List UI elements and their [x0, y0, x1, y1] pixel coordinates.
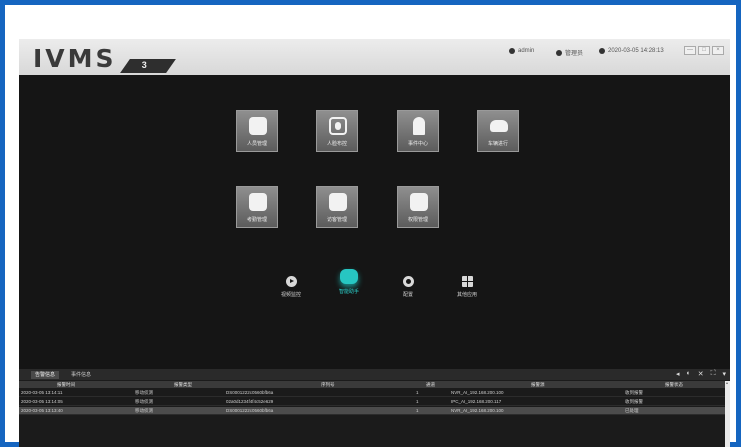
title-bar: IVMS 3 admin 管理员 2020-03-05 14:28:13 — □…: [19, 39, 730, 75]
shield-icon: [556, 49, 562, 56]
role-info[interactable]: 管理员: [556, 48, 583, 57]
table-header: 报警时间 报警类型 序列号 通道 报警源 报警状态: [19, 381, 730, 388]
alarm-panel: 告警信息 事件信息 ◂ ◐ ✕ ⛶ ▾ 报警时间 报警类型 序列号 通道 报警源…: [19, 369, 730, 447]
panel-tabbar: 告警信息 事件信息 ◂ ◐ ✕ ⛶ ▾: [19, 369, 730, 380]
robot-icon: [340, 269, 358, 284]
building-icon: [329, 193, 347, 211]
collapse-icon[interactable]: ◂: [676, 370, 680, 378]
play-icon: [285, 276, 297, 287]
app-logo: IVMS: [33, 44, 117, 73]
id-card-icon: [410, 193, 428, 211]
table-row[interactable]: 2020-03-05 13:13:40 移动侦测 DS0001222c0560b…: [19, 407, 725, 415]
sound-icon[interactable]: ◐: [686, 370, 690, 378]
apps-grid-icon: [461, 276, 473, 287]
gear-icon: [402, 276, 414, 287]
username: admin: [518, 48, 535, 54]
maximize-button[interactable]: □: [698, 46, 710, 55]
user-icon: [509, 48, 515, 54]
tab-event-info[interactable]: 事件信息: [67, 371, 95, 379]
col-serial[interactable]: 序列号: [321, 381, 335, 388]
app-smart-assistant[interactable]: 智能助手: [324, 269, 374, 295]
col-alarm-status[interactable]: 报警状态: [665, 381, 683, 388]
tile-person-management[interactable]: 人员管理: [236, 110, 278, 152]
tile-visitor[interactable]: 访客管理: [316, 186, 358, 228]
face-scan-icon: [329, 117, 347, 135]
tile-face-control[interactable]: 人脸布控: [316, 110, 358, 152]
close-button[interactable]: ×: [712, 46, 724, 55]
logo-badge: 3: [120, 59, 176, 73]
col-channel[interactable]: 通道: [426, 381, 435, 388]
calendar-icon: [249, 193, 267, 211]
minimize-button[interactable]: —: [684, 46, 696, 55]
col-alarm-time[interactable]: 报警时间: [57, 381, 75, 388]
app-other[interactable]: 其他应用: [442, 276, 492, 298]
table-scrollbar[interactable]: [725, 381, 730, 447]
app-video-monitor[interactable]: 视频监控: [266, 276, 316, 298]
clear-icon[interactable]: ✕: [698, 370, 704, 378]
app-config[interactable]: 配置: [383, 276, 433, 298]
window-controls: — □ ×: [684, 46, 724, 55]
tile-event-center[interactable]: 事件中心: [397, 110, 439, 152]
col-alarm-type[interactable]: 报警类型: [174, 381, 192, 388]
tile-permission[interactable]: 权限管理: [397, 186, 439, 228]
person-icon: [249, 117, 267, 135]
tile-attendance[interactable]: 考勤管理: [236, 186, 278, 228]
fullscreen-icon[interactable]: ⛶: [711, 370, 716, 378]
car-icon: [490, 120, 508, 132]
panel-tools: ◂ ◐ ✕ ⛶ ▾: [676, 370, 726, 378]
filter-icon[interactable]: ▾: [722, 370, 726, 378]
tab-alarm-info[interactable]: 告警信息: [31, 371, 60, 379]
table-row[interactable]: 2020-03-05 13:14:05 移动侦测 02a0d1234f4f4c5…: [19, 398, 725, 406]
table-row[interactable]: 2020-03-05 13:14:11 移动侦测 DS0001222c0560b…: [19, 389, 725, 397]
datetime: 2020-03-05 14:28:13: [608, 48, 664, 54]
alarm-light-icon: [413, 117, 425, 135]
role-label: 管理员: [565, 51, 584, 57]
user-info[interactable]: admin: [509, 48, 534, 54]
tile-vehicle[interactable]: 车辆进行: [477, 110, 519, 152]
clock-icon: [599, 48, 605, 54]
col-alarm-source[interactable]: 报警源: [531, 381, 545, 388]
clock-info: 2020-03-05 14:28:13: [599, 48, 664, 54]
ivms-app: IVMS 3 admin 管理员 2020-03-05 14:28:13 — □…: [19, 39, 730, 447]
